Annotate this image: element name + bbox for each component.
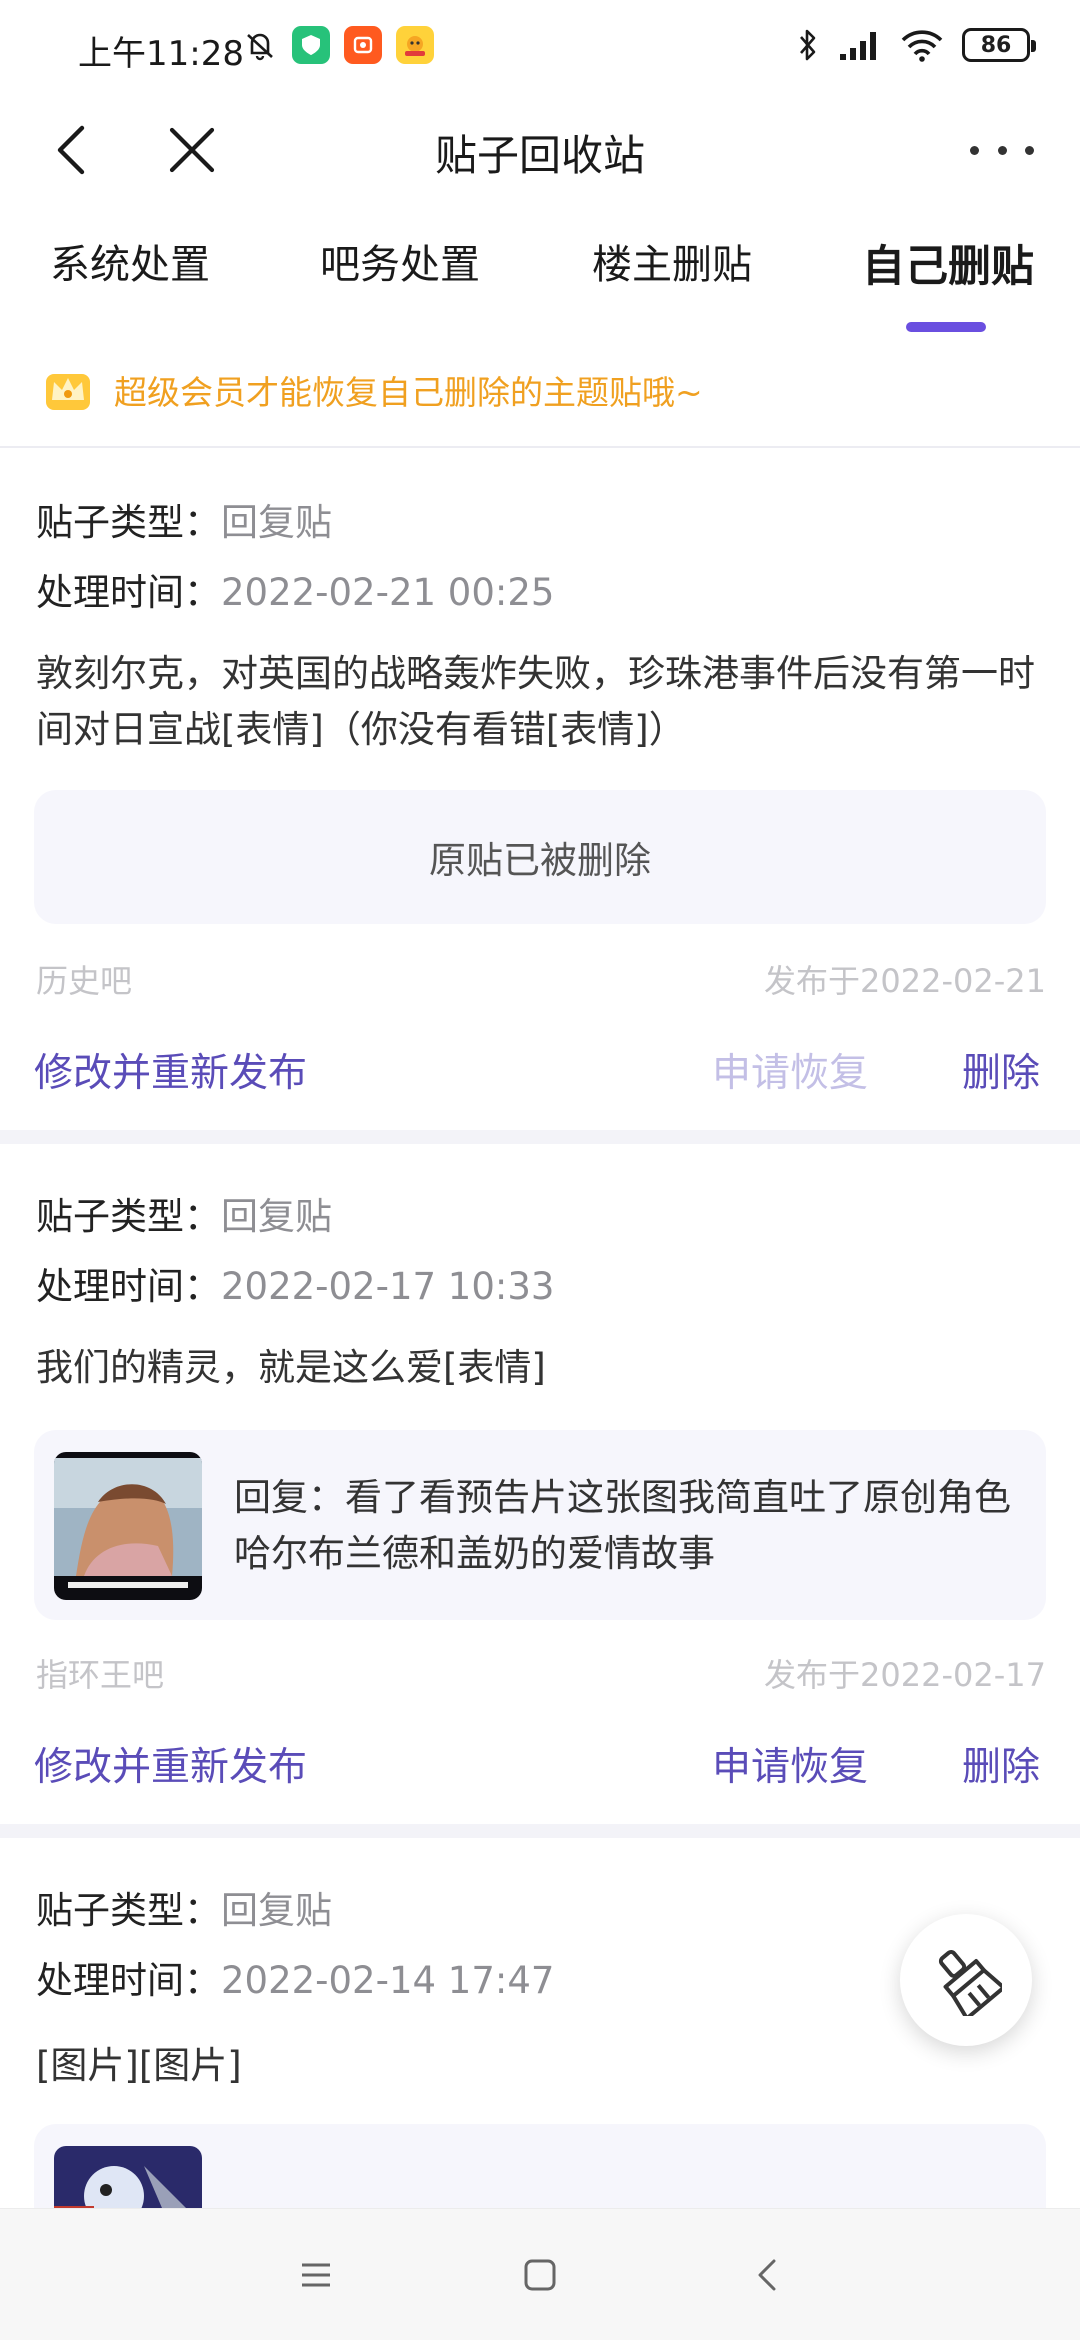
process-time-value: 2022-02-17 10:33 [221, 1265, 555, 1308]
mute-bell-icon [247, 33, 273, 61]
home-square-icon [524, 2259, 556, 2291]
tab-op-deleted[interactable]: 楼主删贴 [592, 232, 752, 332]
post-type-value: 回复贴 [221, 501, 332, 544]
request-restore-button[interactable]: 申请恢复 [712, 1736, 868, 1792]
forum-name[interactable]: 历史吧 [36, 956, 132, 1002]
battery-level: 86 [980, 32, 1012, 58]
delete-button[interactable]: 删除 [962, 1042, 1040, 1098]
mascot-app-icon [396, 26, 434, 64]
post-type-row: 贴子类型：回复贴 [36, 492, 332, 546]
delete-button[interactable]: 删除 [962, 1736, 1040, 1792]
crown-icon [46, 374, 90, 410]
process-time-value: 2022-02-21 00:25 [221, 571, 555, 614]
more-dot-icon [997, 145, 1007, 155]
vip-notice: 超级会员才能恢复自己删除的主题贴哦~ [0, 352, 1080, 448]
post-content: 我们的精灵，就是这么爱[表情] [36, 1346, 546, 1389]
post-card: 贴子类型：回复贴 处理时间：2022-02-21 00:25 敦刻尔克，对英国的… [0, 450, 1080, 1130]
process-time-row: 处理时间：2022-02-21 00:25 [36, 562, 554, 616]
more-dot-icon [970, 145, 979, 155]
close-icon [169, 127, 215, 173]
home-button[interactable] [510, 2245, 570, 2305]
post-type-row: 贴子类型：回复贴 [36, 1880, 332, 1934]
menu-icon [302, 2263, 330, 2287]
edit-republish-button[interactable]: 修改并重新发布 [34, 1736, 307, 1792]
process-time-label: 处理时间： [36, 1959, 221, 2002]
tab-bar: 系统处置 吧务处置 楼主删贴 自己删贴 [0, 232, 1080, 342]
tab-admin-action[interactable]: 吧务处置 [320, 232, 480, 332]
process-time-row: 处理时间：2022-02-17 10:33 [36, 1256, 554, 1310]
tab-system-action[interactable]: 系统处置 [50, 232, 210, 332]
original-post-box: 原贴已被删除 [34, 790, 1046, 924]
publish-date: 发布于2022-02-21 [764, 962, 1046, 1000]
post-type-label: 贴子类型： [36, 501, 221, 544]
divider [0, 1130, 1080, 1144]
quoted-post-box[interactable]: 回复：看了看预告片这张图我简直吐了原创角色哈尔布兰德和盖奶的爱情故事 [34, 1430, 1046, 1620]
original-deleted-text: 原贴已被删除 [429, 839, 651, 882]
more-dot-icon [1025, 145, 1034, 155]
nav-bar: 贴子回收站 [0, 100, 1080, 204]
quoted-post-text: 回复：看了看预告片这张图我简直吐了原创角色哈尔布兰德和盖奶的爱情故事 [234, 1476, 1011, 1575]
clean-all-button[interactable] [900, 1914, 1032, 2046]
tab-self-deleted[interactable]: 自己删贴 [862, 232, 1034, 332]
taobao-app-icon [344, 26, 382, 64]
battery-icon: 86 [962, 28, 1036, 62]
quote-thumbnail [54, 1452, 202, 1600]
tab-active-indicator [906, 322, 986, 332]
status-icons-right: 86 [796, 26, 1036, 64]
signal-icon [840, 32, 876, 60]
post-type-row: 贴子类型：回复贴 [36, 1186, 332, 1240]
process-time-row: 处理时间：2022-02-14 17:47 [36, 1950, 554, 2004]
status-icons-left [242, 26, 434, 64]
post-card: 贴子类型：回复贴 处理时间：2022-02-17 10:33 我们的精灵，就是这… [0, 1144, 1080, 1820]
process-time-value: 2022-02-14 17:47 [221, 1959, 555, 2002]
back-triangle-icon [758, 2259, 776, 2291]
chevron-left-icon [57, 125, 85, 175]
divider [0, 1824, 1080, 1838]
process-time-label: 处理时间： [36, 1265, 221, 1308]
wifi-icon [901, 30, 943, 62]
bluetooth-icon [800, 29, 816, 61]
publish-date: 发布于2022-02-17 [764, 1656, 1046, 1694]
menu-button[interactable] [286, 2245, 346, 2305]
status-bar: 上午11:28 86 [0, 0, 1080, 100]
close-button[interactable] [160, 118, 224, 182]
post-type-value: 回复贴 [221, 1195, 332, 1238]
status-time: 上午11:28 [78, 34, 244, 74]
post-type-label: 贴子类型： [36, 1195, 221, 1238]
forum-name[interactable]: 指环王吧 [36, 1650, 164, 1696]
post-content: 敦刻尔克，对英国的战略轰炸失败，珍珠港事件后没有第一时间对日宣战[表情]（你没有… [36, 652, 1035, 751]
post-type-value: 回复贴 [221, 1889, 332, 1932]
edit-republish-button[interactable]: 修改并重新发布 [34, 1042, 307, 1098]
system-nav-bar [0, 2208, 1080, 2340]
request-restore-button[interactable]: 申请恢复 [712, 1042, 868, 1098]
vip-notice-text: 超级会员才能恢复自己删除的主题贴哦~ [114, 373, 703, 412]
back-button[interactable] [46, 118, 106, 182]
post-type-label: 贴子类型： [36, 1889, 221, 1932]
system-back-button[interactable] [738, 2245, 798, 2305]
broom-icon [938, 1949, 1002, 2016]
process-time-label: 处理时间： [36, 571, 221, 614]
shield-app-icon [292, 26, 330, 64]
post-content: [图片][图片] [36, 2044, 242, 2087]
more-menu-button[interactable] [960, 122, 1044, 178]
